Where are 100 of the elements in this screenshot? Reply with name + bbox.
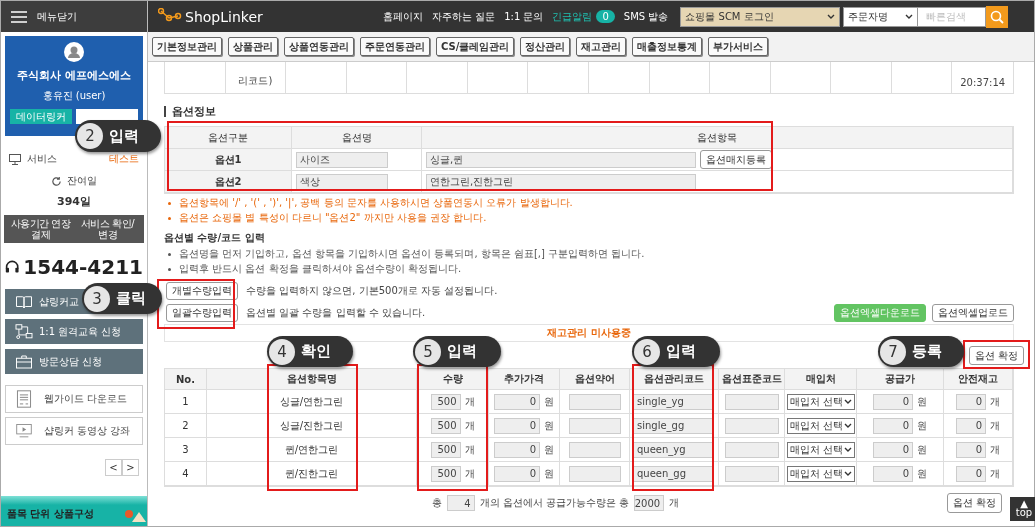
unit-label: 개 [990,418,1000,433]
abbreviation-field[interactable] [568,417,621,434]
count-badge: 0 [596,10,615,23]
table-cell: 퀸/진한그린 [207,462,417,486]
sidebar-menu-item[interactable]: 1:1 원격교육 신청 [5,319,143,344]
mall-select[interactable]: 쇼핑몰 SCM 로그인 [680,6,841,27]
nav-button[interactable]: 주문연동관리 [360,37,430,56]
step-label: 입력 [447,342,477,361]
promo-banner[interactable]: 품목 단위 상품구성 [1,496,147,526]
help-text: 수량을 입력하지 않으면, 기본500개로 자동 설정됩니다. [246,284,498,298]
step-number: 2 [77,123,103,149]
supplier-select[interactable]: 매입처 선택 [786,465,855,482]
price-field[interactable]: 0 [494,441,540,458]
supply-price-field[interactable]: 0 [873,441,913,458]
briefcase-icon [15,353,33,370]
menu-toggle[interactable]: 메뉴닫기 [37,9,77,24]
quantity-input-button[interactable]: 일괄수량입력 [166,304,238,322]
header-link[interactable]: SMS 발송 [623,9,669,24]
safety-stock-field[interactable]: 0 [956,465,986,482]
text-field[interactable]: 싱글,퀸 [426,151,696,168]
safety-stock-field[interactable]: 0 [956,441,986,458]
unit-label: 개 [990,442,1000,457]
code-field[interactable]: queen_yg [633,441,713,458]
supplier-select[interactable]: 매입처 선택 [786,393,855,410]
supply-price-field[interactable]: 0 [873,417,913,434]
price-field[interactable]: 0 [494,393,540,410]
caret-icon [843,398,852,405]
pager-button[interactable]: < [105,459,122,476]
search-button[interactable] [986,5,1009,28]
nav-button[interactable]: 기본정보관리 [152,37,222,56]
search-type-select[interactable]: 주문자명 [843,6,919,27]
scroll-top-button[interactable]: ▲ top [1010,497,1035,521]
quantity-field[interactable]: 500 [430,393,461,410]
abbreviation-field[interactable] [568,441,621,458]
safety-stock-field[interactable]: 0 [956,417,986,434]
text-field[interactable]: 사이즈 [296,151,388,168]
nav-button[interactable]: 정산관리 [520,37,571,56]
excel-button[interactable]: 옵션엑셀업로드 [932,304,1014,322]
code-field[interactable]: single_gg [633,417,713,434]
header-link[interactable]: 자주하는 질문 [432,9,496,24]
caret-icon [843,470,852,477]
pager-button[interactable]: > [122,459,139,476]
supply-price-field[interactable]: 0 [873,465,913,482]
column-header: 옵션명 [292,127,422,149]
caret-icon [843,422,852,429]
quantity-field[interactable]: 500 [430,417,461,434]
total-quantity-field: 2000 [634,495,665,511]
book-icon [15,293,33,310]
sidebar-link-button[interactable]: 샵링커 동영상 강좌 [5,417,143,445]
code-field[interactable]: queen_gg [633,465,713,482]
logo-text[interactable]: ShopLinker [185,8,263,25]
nav-button[interactable]: 부가서비스 [708,37,769,56]
header-link[interactable]: 1:1 문의 [504,9,544,24]
confirm-button[interactable]: 옵션 확정 [968,346,1024,365]
summary-text: 개의 옵션에서 공급가능수량은 총 [479,496,630,510]
quantity-field[interactable]: 500 [430,465,461,482]
step-number: 5 [415,338,441,365]
step-label: 입력 [109,126,139,146]
abbreviation-field[interactable] [568,393,621,410]
price-field[interactable]: 0 [494,417,540,434]
supply-price-field[interactable]: 0 [873,393,913,410]
nav-button[interactable]: 매출정보통계 [632,37,703,56]
sidebar-menu-item[interactable]: 방문상담 신청 [5,349,143,374]
service-link[interactable]: 서비스 확인/변경 [77,217,138,241]
standard-code-field[interactable] [724,393,779,410]
table-cell: 싱글/진한그린 [207,414,417,438]
option-match-button[interactable]: 옵션매치등록 [700,150,772,169]
confirm-button[interactable]: 옵션 확정 [946,493,1002,513]
supplier-select[interactable]: 매입처 선택 [786,441,855,458]
menu-icon[interactable] [11,10,27,23]
unit-label: 원 [917,418,927,433]
header-link[interactable]: 홈페이지 [383,9,423,24]
sidebar-link-button[interactable]: 웹가이드 다운로드 [5,385,143,413]
quantity-field[interactable]: 500 [430,441,461,458]
text-field[interactable]: 연한그린,진한그린 [426,173,696,190]
header-link[interactable]: 긴급알림 [552,9,593,24]
table-cell: 4 [165,462,207,486]
nav-button[interactable]: 상품연동관리 [284,37,354,56]
unit-label: 개 [464,466,475,481]
standard-code-field[interactable] [724,417,779,434]
service-label: 서비스 [27,152,57,166]
text-field[interactable]: 색상 [296,173,388,190]
nav-button[interactable]: 상품관리 [228,37,278,56]
unit-label: 원 [917,466,927,481]
step-label: 클릭 [116,289,146,308]
standard-code-field[interactable] [724,465,779,482]
section-title: 옵션별 수량/코드 입력 [164,231,266,245]
quantity-input-button[interactable]: 개별수량입력 [166,282,238,300]
code-field[interactable]: single_yg [633,393,713,410]
abbreviation-field[interactable] [568,465,621,482]
nav-button[interactable]: 재고관리 [576,37,627,56]
warning-text: 옵션은 쇼핑몰 별 특성이 다르니 "옵션2" 까지만 사용을 권장 합니다. [179,211,487,225]
price-field[interactable]: 0 [494,465,540,482]
safety-stock-field[interactable]: 0 [956,393,986,410]
service-link[interactable]: 사용기간 연장결제 [10,217,71,241]
supplier-select[interactable]: 매입처 선택 [786,417,855,434]
unit-label: 원 [544,442,554,457]
standard-code-field[interactable] [724,441,779,458]
nav-button[interactable]: CS/클레임관리 [436,37,515,56]
network-icon [15,323,33,340]
